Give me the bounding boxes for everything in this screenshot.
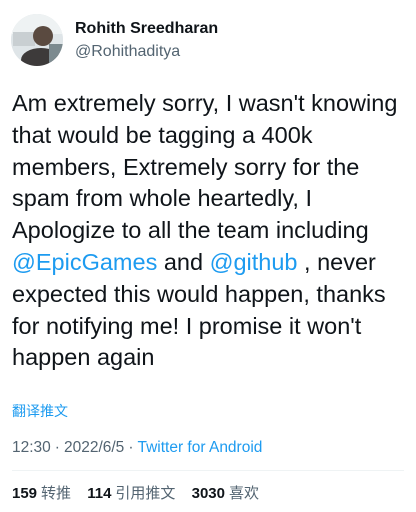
tweet-source-link[interactable]: Twitter for Android	[137, 439, 262, 456]
avatar-photo-icon	[11, 14, 63, 66]
retweets-stat[interactable]: 159 转推	[12, 485, 71, 502]
tweet-meta: 12:30 · 2022/6/5 · Twitter for Android	[12, 438, 262, 458]
mention-link-epicgames[interactable]: @EpicGames	[12, 249, 157, 275]
likes-stat[interactable]: 3030 喜欢	[192, 485, 259, 502]
tweet-text-part: Am extremely sorry, I wasn't knowing tha…	[12, 90, 404, 244]
retweets-label: 转推	[41, 485, 72, 502]
tweet-stats: 159 转推 114 引用推文 3030 喜欢	[12, 484, 271, 504]
tweet-card: Rohith Sreedharan @Rohithaditya Am extre…	[0, 0, 416, 512]
author-names: Rohith Sreedharan @Rohithaditya	[75, 19, 218, 62]
author-display-name[interactable]: Rohith Sreedharan	[75, 19, 218, 39]
avatar[interactable]	[11, 14, 63, 66]
meta-separator: ·	[128, 439, 134, 456]
quotes-count: 114	[87, 485, 112, 502]
tweet-text-part: and	[157, 248, 210, 275]
divider	[12, 470, 404, 471]
mention-link-github[interactable]: @github	[210, 249, 298, 275]
tweet-time[interactable]: 12:30	[12, 439, 51, 456]
translate-tweet-link[interactable]: 翻译推文	[12, 402, 68, 420]
likes-label: 喜欢	[228, 485, 259, 502]
meta-separator: ·	[54, 439, 60, 456]
author-handle[interactable]: @Rohithaditya	[75, 42, 218, 62]
quotes-label: 引用推文	[115, 485, 176, 502]
retweets-count: 159	[12, 485, 38, 502]
tweet-text: Am extremely sorry, I wasn't knowing tha…	[12, 88, 408, 374]
tweet-date[interactable]: 2022/6/5	[64, 439, 124, 456]
tweet-header: Rohith Sreedharan @Rohithaditya	[11, 14, 218, 66]
likes-count: 3030	[191, 485, 225, 502]
quotes-stat[interactable]: 114 引用推文	[87, 485, 175, 502]
